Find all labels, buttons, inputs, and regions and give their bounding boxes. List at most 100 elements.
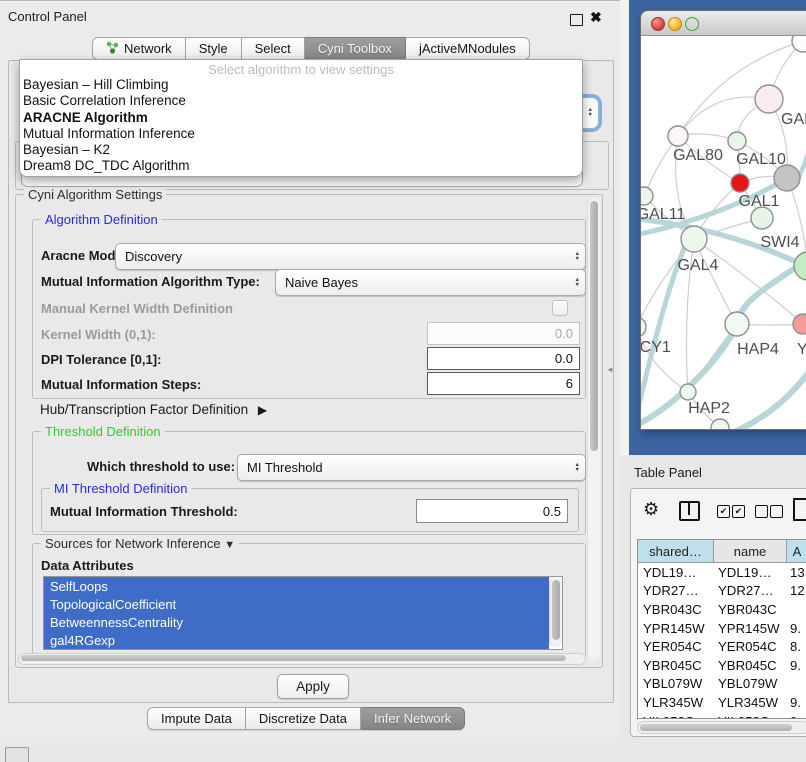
attribute-item-selected[interactable]: SelfLoops	[44, 577, 549, 595]
mi-threshold-input[interactable]: 0.5	[416, 499, 568, 523]
node-gal10[interactable]	[728, 132, 746, 150]
which-threshold-select[interactable]: MI Threshold ▲▼	[237, 454, 586, 481]
tab-select[interactable]: Select	[242, 37, 305, 60]
expand-right-icon: ▶	[258, 403, 267, 417]
table-row[interactable]: YPR145WYPR145W9.	[638, 619, 806, 638]
node-y-partial[interactable]	[793, 314, 806, 334]
settings-hscrollbar[interactable]	[18, 653, 586, 665]
cyni-toolbox-panel: ▲▼ Select algorithm to view settings Bay…	[8, 60, 614, 703]
mi-algorithm-type-select[interactable]: Naive Bayes ▲▼	[275, 269, 586, 296]
algorithm-option[interactable]: Bayesian – K2	[20, 142, 582, 158]
table-row[interactable]: YER054CYER054C8.	[638, 637, 806, 656]
minimize-traffic-light-icon[interactable]	[668, 17, 682, 31]
hub-definition-toggle[interactable]: Hub/Transcription Factor Definition ▶	[40, 402, 267, 417]
node-label: GCY1	[641, 339, 671, 356]
attributes-scrollbar[interactable]	[549, 577, 562, 647]
node-gal11[interactable]	[641, 187, 653, 205]
network-window-titlebar[interactable]	[641, 11, 806, 36]
deselect-all-columns-icon2[interactable]	[770, 505, 783, 518]
settings-scrollbar-thumb[interactable]	[590, 201, 598, 451]
close-icon[interactable]: ✖	[590, 9, 602, 26]
gear-icon[interactable]: ⚙	[643, 499, 659, 520]
node-gal4[interactable]	[681, 226, 707, 252]
table-row[interactable]: YBR045CYBR045C9.	[638, 656, 806, 675]
table-header-row: shared… name A	[638, 540, 806, 563]
attribute-item-selected[interactable]: TopologicalCoefficient	[44, 595, 549, 613]
node-partial-bottom[interactable]	[711, 419, 729, 429]
panel-title: Control Panel	[8, 9, 87, 24]
table-row[interactable]: YBL079WYBL079W	[638, 675, 806, 694]
node-table[interactable]: shared… name A YDL19…YDL19…13 YDR27…YDR2…	[637, 539, 806, 719]
tab-cyni-toolbox[interactable]: Cyni Toolbox	[305, 37, 406, 60]
table-panel-title: Table Panel	[634, 465, 702, 480]
table-row[interactable]: YDR27…YDR27…12	[638, 582, 806, 601]
settings-hscrollbar-thumb[interactable]	[21, 655, 566, 661]
mi-steps-input[interactable]: 6	[427, 372, 580, 395]
attribute-item-selected[interactable]: gal4RGexp	[44, 631, 549, 649]
settings-scrollbar[interactable]	[587, 198, 600, 660]
attributes-scrollbar-thumb[interactable]	[552, 580, 560, 640]
node-hap2[interactable]	[680, 384, 696, 400]
table-row[interactable]: YBR043CYBR043C	[638, 600, 806, 619]
node-gcy1[interactable]	[641, 317, 646, 337]
panel-splitter-handle[interactable]: ◄	[606, 365, 614, 374]
node-swi4[interactable]	[794, 252, 806, 280]
kernel-width-input[interactable]: 0.0	[427, 322, 580, 345]
dpi-tolerance-input[interactable]: 0.0	[427, 347, 580, 370]
node-gal80[interactable]	[668, 126, 688, 146]
attribute-item-selected[interactable]: BetweennessCentrality	[44, 613, 549, 631]
close-traffic-light-icon[interactable]	[651, 17, 665, 31]
kernel-width-label: Kernel Width (0,1):	[41, 327, 156, 342]
column-header-name[interactable]: name	[714, 540, 787, 563]
node-label: GAL10	[736, 151, 786, 168]
column-header-shared-name[interactable]: shared…	[638, 540, 714, 563]
column-header-partial[interactable]: A	[787, 540, 806, 563]
spinner-icon: ▲▼	[575, 463, 580, 473]
node-label: GAL80	[673, 147, 723, 164]
tab-jactivemnodules[interactable]: jActiveMNodules	[406, 37, 530, 60]
group-title: Threshold Definition	[41, 424, 165, 439]
split-columns-icon[interactable]	[679, 501, 700, 521]
sources-toggle[interactable]: Sources for Network Inference ▼	[41, 536, 239, 551]
node-label: HAP4	[737, 341, 779, 358]
algorithm-option[interactable]: Bayesian – Hill Climbing	[20, 77, 582, 93]
data-attributes-list[interactable]: SelfLoops TopologicalCoefficient Between…	[43, 576, 563, 650]
table-hscrollbar-thumb[interactable]	[640, 724, 792, 731]
node-hap4[interactable]	[725, 312, 749, 336]
mi-threshold-label: Mutual Information Threshold:	[50, 504, 238, 519]
node-red-gal1[interactable]	[731, 174, 749, 192]
zoom-traffic-light-icon[interactable]	[685, 17, 699, 31]
aracne-mode-select[interactable]: Discovery ▲▼	[115, 243, 586, 270]
table-hscrollbar[interactable]	[637, 721, 806, 734]
network-canvas[interactable]: GAL GAL80 GAL10 GAL1 GAL11 SWI4 GAL4 GCY…	[641, 36, 806, 429]
table-row[interactable]: YIL052CYIL052C9	[638, 712, 806, 719]
algorithm-option[interactable]: Mutual Information Inference	[20, 126, 582, 142]
new-table-icon[interactable]	[793, 498, 806, 521]
node-label: SWI4	[760, 234, 799, 251]
apply-button[interactable]: Apply	[277, 674, 349, 699]
node-gray[interactable]	[774, 165, 800, 191]
dropdown-placeholder: Select algorithm to view settings	[20, 60, 582, 77]
deselect-all-columns-icon[interactable]	[755, 505, 768, 518]
float-window-icon[interactable]	[570, 14, 583, 26]
panel-corner-button[interactable]	[5, 747, 29, 762]
manual-kernel-width-checkbox[interactable]	[552, 300, 568, 316]
select-all-columns-icon[interactable]: ✔	[717, 505, 730, 518]
node-label: GAL11	[641, 206, 685, 223]
tab-discretize-data[interactable]: Discretize Data	[246, 707, 361, 730]
node-green-gal1[interactable]	[751, 207, 773, 229]
tab-network[interactable]: Network	[92, 37, 186, 60]
tab-label: Network	[124, 41, 172, 56]
tab-impute-data[interactable]: Impute Data	[147, 707, 246, 730]
algorithm-option[interactable]: Dream8 DC_TDC Algorithm	[20, 158, 582, 174]
tab-style[interactable]: Style	[186, 37, 242, 60]
top-tab-strip: Network Style Select Cyni Toolbox jActiv…	[92, 37, 530, 60]
algorithm-option[interactable]: Basic Correlation Inference	[20, 93, 582, 109]
control-panel: Control Panel ✖ Network Style Select Cyn…	[0, 0, 621, 738]
select-all-columns-icon2[interactable]: ✔	[732, 505, 745, 518]
tab-infer-network[interactable]: Infer Network	[361, 707, 465, 730]
algorithm-option-selected[interactable]: ARACNE Algorithm	[20, 110, 582, 126]
node-gal-partial[interactable]	[755, 85, 783, 113]
table-row[interactable]: YDL19…YDL19…13	[638, 563, 806, 582]
table-row[interactable]: YLR345WYLR345W9.	[638, 693, 806, 712]
